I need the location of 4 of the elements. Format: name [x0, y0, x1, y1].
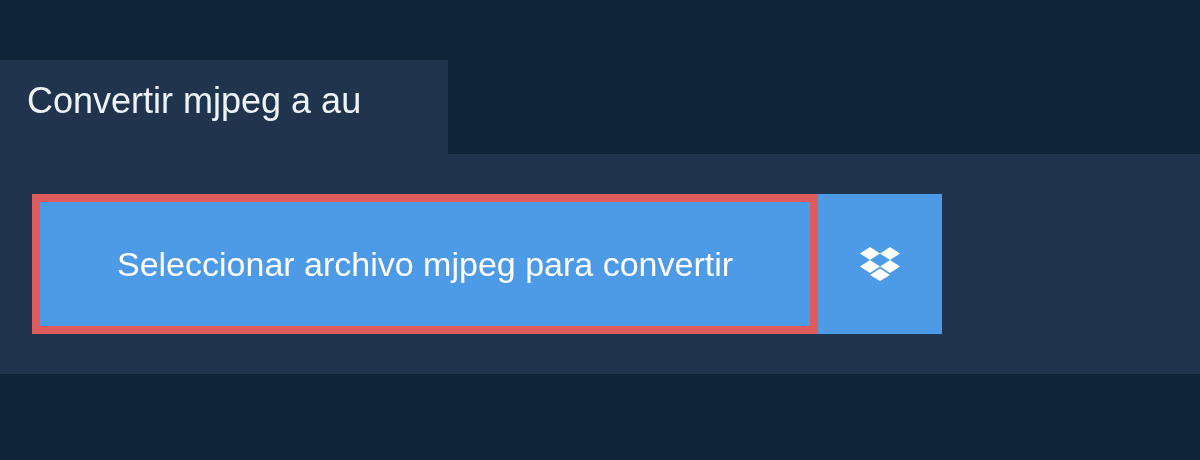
dropbox-icon	[859, 246, 901, 282]
page-title: Convertir mjpeg a au	[0, 60, 448, 154]
select-file-button[interactable]: Seleccionar archivo mjpeg para convertir	[32, 194, 818, 334]
dropbox-button[interactable]	[818, 194, 942, 334]
